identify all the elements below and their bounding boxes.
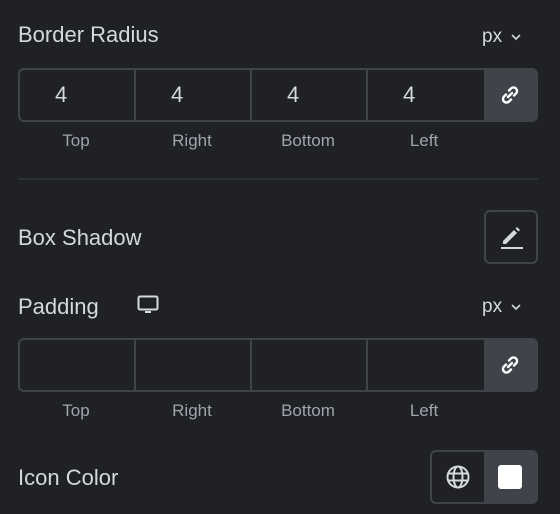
color-picker-button[interactable] (484, 452, 536, 502)
side-label-bottom: Bottom (281, 131, 335, 150)
padding-right-input[interactable] (136, 340, 252, 390)
box-shadow-label: Box Shadow (18, 225, 142, 250)
icon-color-label: Icon Color (18, 465, 119, 490)
global-colors-button[interactable] (432, 452, 484, 502)
border-radius-top-input[interactable]: 4 (20, 70, 136, 120)
link-icon (501, 86, 519, 104)
padding-left-input[interactable] (368, 340, 484, 390)
border-radius-right-input[interactable]: 4 (136, 70, 252, 120)
link-icon (501, 356, 519, 374)
section-divider (18, 178, 538, 180)
padding-top-input[interactable] (20, 340, 136, 390)
chevron-down-icon (511, 304, 521, 311)
side-label-left: Left (409, 401, 439, 420)
border-radius-side-labels: Top Right Bottom Left (18, 131, 482, 151)
box-shadow-edit-button[interactable] (484, 210, 538, 264)
side-label-bottom: Bottom (281, 401, 335, 420)
side-label-top: Top (62, 401, 90, 420)
padding-inputs (18, 338, 538, 392)
icon-color-control (430, 450, 538, 504)
padding-link-button[interactable] (484, 340, 536, 390)
border-radius-link-button[interactable] (484, 70, 536, 120)
border-radius-unit-select[interactable]: px (482, 26, 522, 48)
unit-label: px (482, 26, 503, 47)
globe-icon (446, 465, 470, 489)
padding-unit-select[interactable]: px (482, 296, 522, 318)
side-label-top: Top (62, 131, 90, 150)
chevron-down-icon (511, 34, 521, 41)
border-radius-label: Border Radius (18, 22, 159, 47)
padding-label: Padding (18, 294, 99, 319)
border-radius-inputs: 4 4 4 4 (18, 68, 538, 122)
color-swatch (498, 465, 522, 489)
padding-side-labels: Top Right Bottom Left (18, 401, 482, 421)
side-label-right: Right (172, 131, 212, 150)
border-radius-left-input[interactable]: 4 (368, 70, 484, 120)
border-radius-bottom-input[interactable]: 4 (252, 70, 368, 120)
padding-bottom-input[interactable] (252, 340, 368, 390)
unit-label: px (482, 296, 503, 317)
side-label-right: Right (172, 401, 212, 420)
side-label-left: Left (409, 131, 439, 150)
desktop-icon[interactable] (137, 295, 159, 315)
pencil-icon (501, 227, 523, 249)
